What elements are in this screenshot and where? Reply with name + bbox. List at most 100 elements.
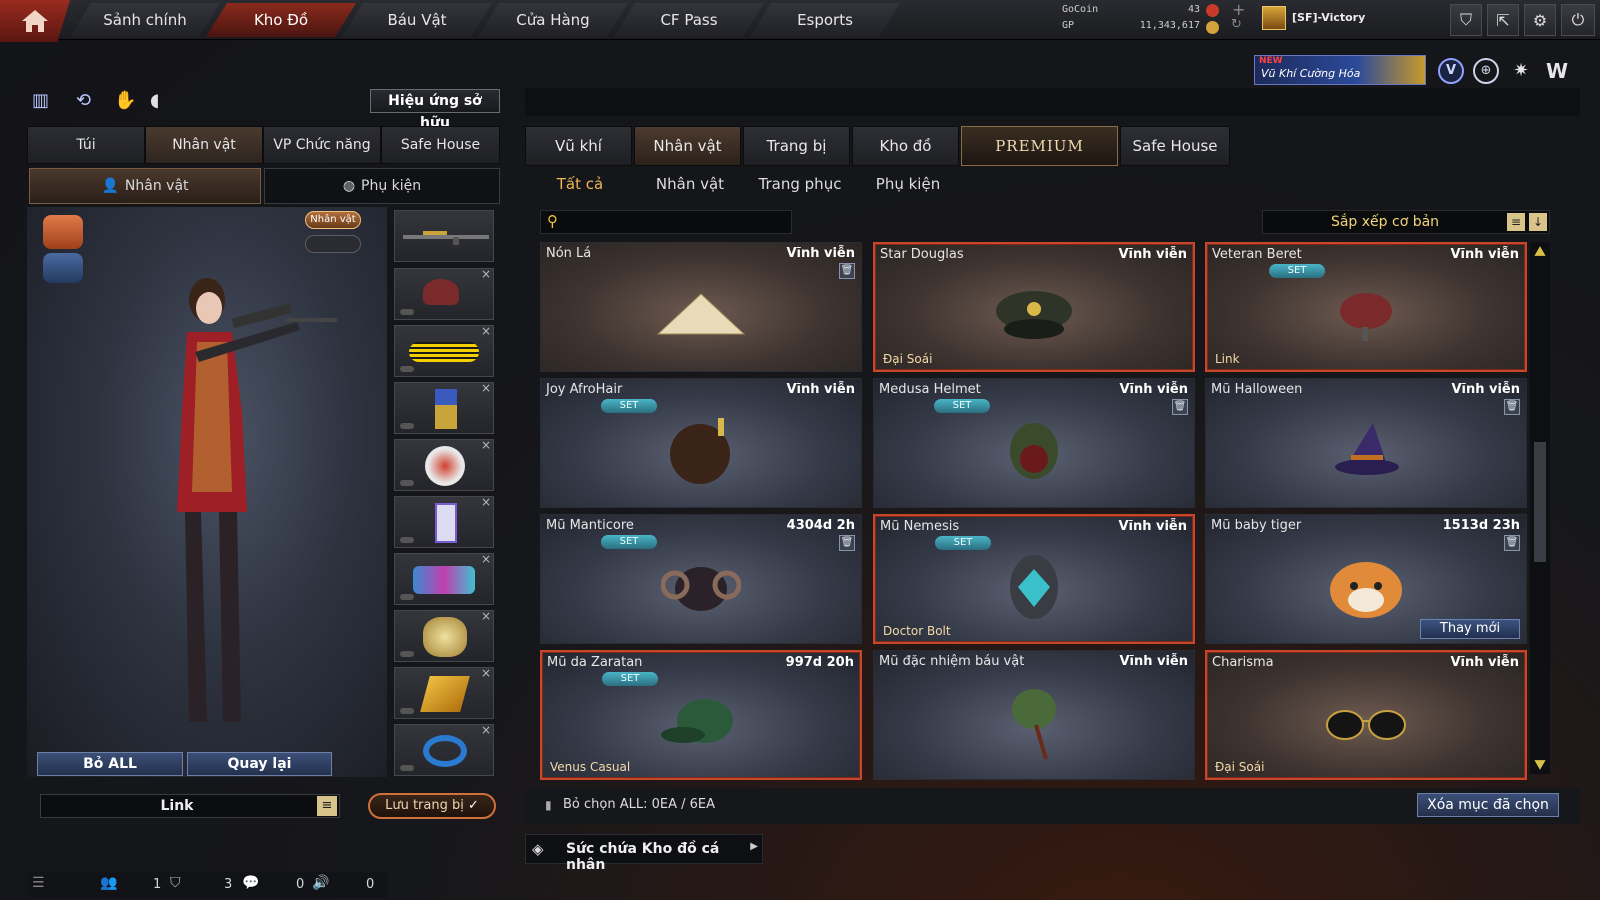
item-card[interactable]: Medusa Helmet Vĩnh viễn SET 🗑 (873, 378, 1195, 508)
remove-slot-icon[interactable]: × (481, 438, 491, 452)
subtab-character-items[interactable]: Nhân vật (645, 170, 735, 198)
gear-icon[interactable]: ⚙ (1524, 4, 1556, 36)
menu-list-icon[interactable]: ≡ (317, 796, 337, 816)
remove-slot-icon[interactable]: × (481, 495, 491, 509)
remove-slot-icon[interactable]: × (481, 267, 491, 281)
subtab-accessory[interactable]: ◍ Phụ kiện (264, 168, 500, 204)
scroll-down-icon[interactable] (1534, 760, 1546, 770)
left-tab-functional[interactable]: VP Chức năng (263, 126, 381, 164)
clan-shield-icon[interactable]: ⛉ (1450, 4, 1482, 36)
nav-tab-shop[interactable]: Cửa Hàng (478, 3, 628, 37)
rotate-icon[interactable]: ⟲ (76, 90, 98, 112)
save-loadout-button[interactable]: Lưu trang bị ✓ (368, 793, 496, 819)
slot-accessory-1[interactable]: × (394, 609, 494, 662)
slot-hat[interactable]: × (394, 267, 494, 320)
delete-selected-button[interactable]: Xóa mục đã chọn (1417, 793, 1559, 817)
subtab-character[interactable]: 👤 Nhân vật (29, 168, 261, 204)
slot-card[interactable]: × (394, 495, 494, 548)
power-icon[interactable]: ⏻ (1561, 4, 1595, 36)
capacity-bar[interactable]: ◈ Sức chứa Kho đồ cá nhân ▶ (525, 834, 763, 873)
volume-icon[interactable]: 🔊 (312, 875, 329, 891)
right-tab-weapons[interactable]: Vũ khí (525, 126, 632, 166)
slot-armband[interactable]: × (394, 552, 494, 605)
item-card[interactable]: Mũ đặc nhiệm báu vật Vĩnh viễn (873, 650, 1195, 780)
renew-button[interactable]: Thay mới (1420, 619, 1520, 639)
slot-emblem[interactable]: × (394, 438, 494, 491)
subtab-costume[interactable]: Trang phục (750, 170, 850, 198)
item-card[interactable]: Mũ Manticore 4304d 2h SET 🗑 (540, 514, 862, 644)
left-tab-bag[interactable]: Túi (27, 126, 145, 164)
item-card[interactable]: Charisma Vĩnh viễn Đại Soái (1205, 650, 1527, 780)
right-tab-premium[interactable]: PREMIUM (961, 126, 1118, 166)
item-card[interactable]: Mũ baby tiger 1513d 23h 🗑 Thay mới (1205, 514, 1527, 644)
remove-all-button[interactable]: Bỏ ALL (37, 752, 183, 776)
item-card[interactable]: Mũ Halloween Vĩnh viễn 🗑 (1205, 378, 1527, 508)
remove-slot-icon[interactable]: × (481, 609, 491, 623)
remove-slot-icon[interactable]: × (481, 666, 491, 680)
right-tab-safe-house[interactable]: Safe House (1120, 126, 1230, 166)
slot-weapon[interactable] (394, 210, 494, 262)
subtab-all[interactable]: Tất cả (540, 170, 620, 198)
left-tab-character[interactable]: Nhân vật (145, 126, 263, 164)
trash-icon[interactable]: 🗑 (839, 263, 855, 279)
right-tab-equipment[interactable]: Trang bị (743, 126, 850, 166)
remove-slot-icon[interactable]: × (481, 552, 491, 566)
exit-icon[interactable]: ⇱ (1487, 4, 1519, 36)
friends-icon[interactable]: 👥 (100, 875, 117, 891)
left-tab-safe-house[interactable]: Safe House (381, 126, 500, 164)
sort-dropdown[interactable]: Sắp xếp cơ bản ≡ ↓ (1262, 210, 1550, 234)
stats-icon[interactable]: ▥ (32, 90, 54, 112)
trash-icon[interactable]: 🗑 (839, 535, 855, 551)
nav-tab-inventory[interactable]: Kho Đồ (206, 3, 356, 37)
team-swap-icon[interactable] (43, 253, 83, 283)
preset-select[interactable]: Link ≡ (40, 794, 340, 818)
scroll-up-icon[interactable] (1534, 246, 1546, 256)
hide-toggle[interactable] (305, 235, 361, 253)
search-box[interactable]: ⚲ (540, 210, 792, 234)
w-logo-icon[interactable]: W (1542, 58, 1572, 84)
back-button[interactable]: Quay lại (187, 752, 332, 776)
trash-icon[interactable]: 🗑 (1504, 535, 1520, 551)
mouse-icon[interactable]: ◖ (150, 90, 172, 112)
promo-banner[interactable]: NEW Vũ Khí Cường Hóa (1254, 55, 1426, 85)
clan-icon[interactable]: ⛉ (170, 875, 181, 891)
globe-icon[interactable]: ⊕ (1473, 58, 1499, 84)
crosshair-icon[interactable]: ✷ (1508, 58, 1534, 84)
item-grid-scrollbar[interactable] (1530, 242, 1550, 774)
right-tab-character[interactable]: Nhân vật (634, 126, 741, 166)
pose-icon[interactable]: ✋ (114, 90, 136, 112)
subtab-accessories[interactable]: Phụ kiện (868, 170, 948, 198)
selection-count[interactable]: Bỏ chọn ALL: 0EA / 6EA (563, 797, 715, 812)
owned-effects-button[interactable]: Hiệu ứng sở hữu (370, 89, 500, 131)
v-emblem-icon[interactable]: V (1438, 58, 1464, 84)
slot-glasses[interactable]: × (394, 324, 494, 377)
remove-slot-icon[interactable]: × (481, 723, 491, 737)
item-card[interactable]: Veteran Beret Vĩnh viễn SET Link (1205, 242, 1527, 372)
item-card[interactable]: Star Douglas Vĩnh viễn Đại Soái (873, 242, 1195, 372)
nav-tab-lobby[interactable]: Sảnh chính (70, 3, 220, 37)
list-icon[interactable]: ☰ (32, 875, 45, 891)
item-card[interactable]: Joy AfroHair Vĩnh viễn SET (540, 378, 862, 508)
slot-accessory-3[interactable]: × (394, 723, 494, 776)
remove-slot-icon[interactable]: × (481, 381, 491, 395)
expand-arrow-icon[interactable]: ▶ (750, 841, 758, 852)
trash-icon[interactable]: 🗑 (1504, 399, 1520, 415)
right-tab-storage[interactable]: Kho đồ (852, 126, 959, 166)
nav-tab-treasure[interactable]: Báu Vật (342, 3, 492, 37)
scroll-thumb[interactable] (1534, 442, 1546, 562)
trash-icon[interactable]: 🗑 (1172, 399, 1188, 415)
chat-icon[interactable]: 💬 (242, 875, 259, 891)
sort-direction-icon[interactable]: ↓ (1529, 213, 1547, 231)
sort-list-icon[interactable]: ≡ (1507, 213, 1525, 231)
character-badge[interactable]: Nhân vật (305, 211, 361, 229)
slot-medal[interactable]: × (394, 381, 494, 434)
search-input[interactable] (569, 213, 787, 231)
item-card[interactable]: Mũ da Zaratan 997d 20h SET Venus Casual (540, 650, 862, 780)
item-card[interactable]: Nón Lá Vĩnh viễn 🗑 (540, 242, 862, 372)
remove-slot-icon[interactable]: × (481, 324, 491, 338)
team-blue-black-icon[interactable] (43, 215, 83, 249)
slot-accessory-2[interactable]: × (394, 666, 494, 719)
nav-tab-cfpass[interactable]: CF Pass (614, 3, 764, 37)
nav-tab-esports[interactable]: Esports (750, 3, 900, 37)
refresh-icon[interactable]: ↻ (1231, 17, 1242, 32)
